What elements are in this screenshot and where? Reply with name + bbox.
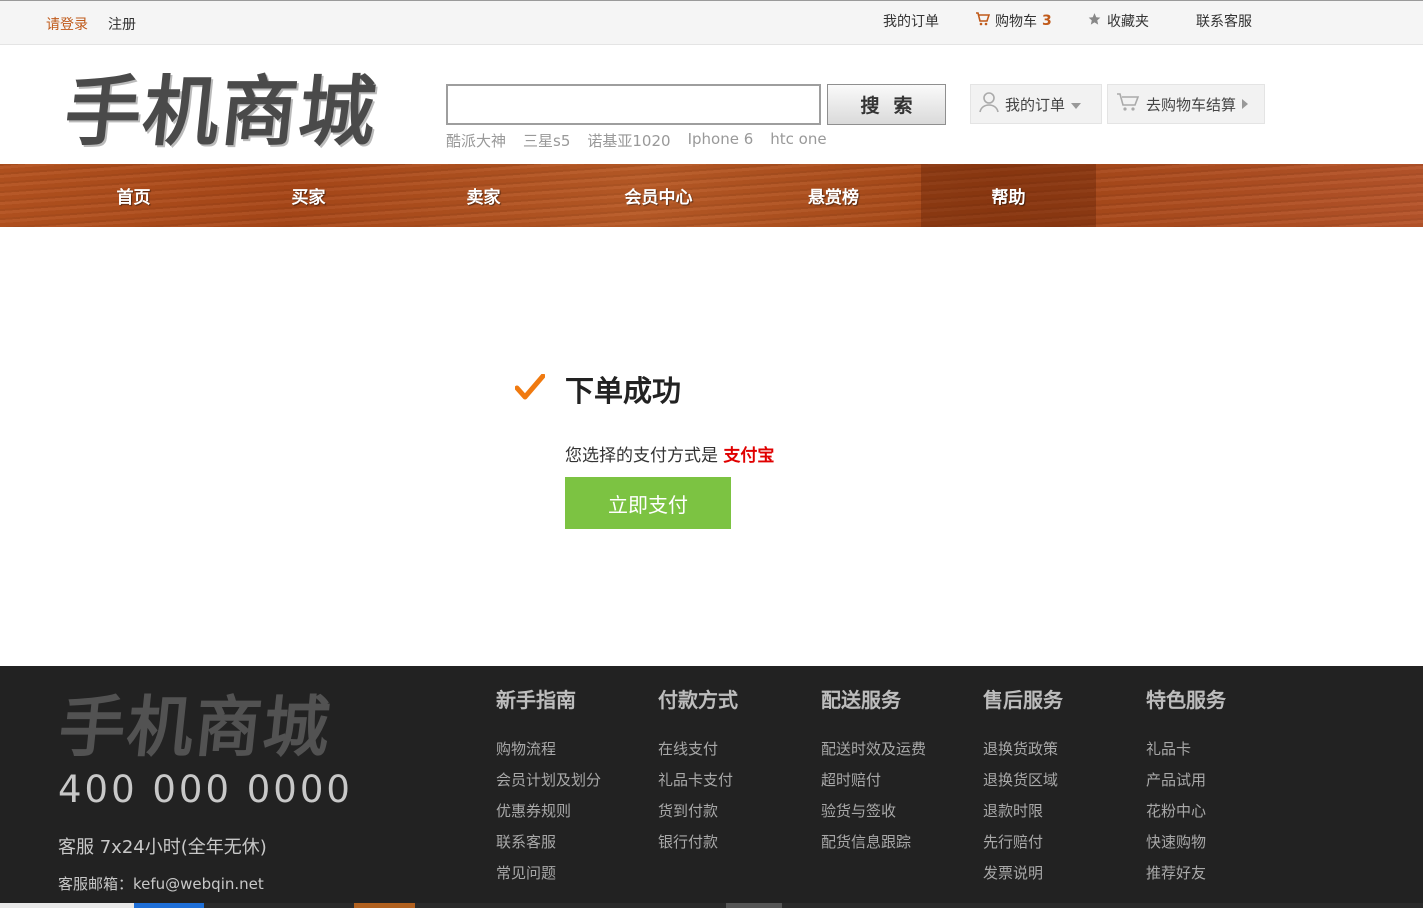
footer: 手机商城 400 000 0000 客服 7x24小时(全年无休) 客服邮箱：k… <box>0 666 1423 908</box>
payment-method-info: 您选择的支付方式是 支付宝 <box>565 441 774 466</box>
header: 手机商城 搜索 酷派大神 三星s5 诺基亚1020 Iphone 6 htc o… <box>0 46 1423 164</box>
footer-link[interactable]: 退换货政策 <box>983 734 1133 765</box>
footer-col-special-services: 特色服务 礼品卡 产品试用 花粉中心 快速购物 推荐好友 <box>1146 684 1296 889</box>
footer-link[interactable]: 银行付款 <box>658 827 808 858</box>
payment-method-value: 支付宝 <box>723 446 775 466</box>
shopping-cart-icon <box>1116 92 1140 116</box>
top-cart-link[interactable]: 购物车 3 <box>975 11 1052 31</box>
site-logo[interactable]: 手机商城 <box>60 50 384 160</box>
checkout-cart-button[interactable]: 去购物车结算 <box>1107 84 1265 124</box>
cart-count-badge: 3 <box>1042 13 1052 29</box>
footer-link[interactable]: 在线支付 <box>658 734 808 765</box>
footer-col-delivery: 配送服务 配送时效及运费 超时赔付 验货与签收 配货信息跟踪 <box>821 684 971 858</box>
cart-icon <box>975 12 991 30</box>
hot-search-words: 酷派大神 三星s5 诺基亚1020 Iphone 6 htc one <box>446 130 827 151</box>
hot-word[interactable]: 三星s5 <box>523 130 570 151</box>
footer-link[interactable]: 货到付款 <box>658 796 808 827</box>
footer-link[interactable]: 超时赔付 <box>821 765 971 796</box>
footer-color-strip <box>0 903 1423 908</box>
cart-label: 购物车 <box>995 14 1037 30</box>
star-icon <box>1087 12 1102 30</box>
pay-now-button[interactable]: 立即支付 <box>565 477 731 529</box>
footer-link[interactable]: 花粉中心 <box>1146 796 1296 827</box>
chevron-down-icon <box>1071 95 1082 113</box>
strip-segment <box>354 903 415 908</box>
top-my-orders-link[interactable]: 我的订单 <box>883 11 939 31</box>
header-my-orders-label: 我的订单 <box>1005 95 1066 114</box>
footer-link[interactable]: 推荐好友 <box>1146 858 1296 889</box>
footer-link[interactable]: 礼品卡支付 <box>658 765 808 796</box>
hot-word[interactable]: 酷派大神 <box>446 130 506 151</box>
footer-col-after-sales: 售后服务 退换货政策 退换货区域 退款时限 先行赔付 发票说明 <box>983 684 1133 889</box>
footer-email: 客服邮箱：kefu@webqin.net <box>58 875 264 893</box>
top-my-orders-label: 我的订单 <box>883 14 939 30</box>
footer-link[interactable]: 优惠券规则 <box>496 796 646 827</box>
register-link[interactable]: 注册 <box>108 14 136 34</box>
footer-link[interactable]: 购物流程 <box>496 734 646 765</box>
footer-link[interactable]: 验货与签收 <box>821 796 971 827</box>
search-input[interactable] <box>446 84 821 125</box>
footer-logo: 手机商城 <box>55 689 336 766</box>
footer-link[interactable]: 快速购物 <box>1146 827 1296 858</box>
footer-col-title: 特色服务 <box>1146 688 1226 712</box>
payment-method-prefix: 您选择的支付方式是 <box>565 446 718 466</box>
footer-col-title: 售后服务 <box>983 688 1063 712</box>
contact-service-link[interactable]: 联系客服 <box>1196 11 1252 31</box>
footer-link[interactable]: 配送时效及运费 <box>821 734 971 765</box>
strip-segment <box>0 903 134 908</box>
footer-link[interactable]: 配货信息跟踪 <box>821 827 971 858</box>
checkout-cart-label: 去购物车结算 <box>1146 95 1237 114</box>
top-bar: 请登录 注册 我的订单 购物车 3 收藏夹 联系客服 <box>0 0 1423 45</box>
hot-word[interactable]: htc one <box>770 130 826 151</box>
footer-link[interactable]: 先行赔付 <box>983 827 1133 858</box>
favorites-label: 收藏夹 <box>1107 14 1149 30</box>
strip-segment <box>134 903 204 908</box>
favorites-link[interactable]: 收藏夹 <box>1087 11 1149 31</box>
footer-col-payment: 付款方式 在线支付 礼品卡支付 货到付款 银行付款 <box>658 684 808 858</box>
search-button[interactable]: 搜索 <box>827 84 946 125</box>
nav-item-help[interactable]: 帮助 <box>921 164 1096 227</box>
footer-link[interactable]: 退款时限 <box>983 796 1133 827</box>
footer-link[interactable]: 常见问题 <box>496 858 646 889</box>
footer-service-hours: 客服 7x24小时(全年无休) <box>58 837 267 858</box>
user-icon <box>979 91 999 117</box>
footer-link[interactable]: 发票说明 <box>983 858 1133 889</box>
footer-link[interactable]: 退换货区域 <box>983 765 1133 796</box>
nav-item-seller[interactable]: 卖家 <box>396 164 571 227</box>
nav-item-home[interactable]: 首页 <box>46 164 221 227</box>
login-link[interactable]: 请登录 <box>46 14 88 34</box>
footer-link[interactable]: 礼品卡 <box>1146 734 1296 765</box>
checkmark-icon <box>514 373 546 404</box>
footer-col-title: 配送服务 <box>821 688 901 712</box>
footer-link[interactable]: 会员计划及划分 <box>496 765 646 796</box>
nav-item-member-center[interactable]: 会员中心 <box>571 164 746 227</box>
chevron-right-icon <box>1242 95 1249 113</box>
success-title: 下单成功 <box>565 374 682 408</box>
footer-col-newbie-guide: 新手指南 购物流程 会员计划及划分 优惠券规则 联系客服 常见问题 <box>496 684 646 889</box>
nav-item-buyer[interactable]: 买家 <box>221 164 396 227</box>
header-my-orders-button[interactable]: 我的订单 <box>970 84 1102 124</box>
strip-segment <box>726 903 782 908</box>
main-nav: 首页 买家 卖家 会员中心 悬赏榜 帮助 <box>0 164 1423 227</box>
order-success-heading: 下单成功 <box>514 368 682 410</box>
footer-link[interactable]: 联系客服 <box>496 827 646 858</box>
footer-col-title: 新手指南 <box>496 688 576 712</box>
hot-word[interactable]: 诺基亚1020 <box>587 130 670 151</box>
hot-word[interactable]: Iphone 6 <box>688 130 754 151</box>
contact-service-label: 联系客服 <box>1196 14 1252 30</box>
footer-col-title: 付款方式 <box>658 688 738 712</box>
footer-phone: 400 000 0000 <box>58 768 353 811</box>
footer-link[interactable]: 产品试用 <box>1146 765 1296 796</box>
nav-item-bounty-list[interactable]: 悬赏榜 <box>746 164 921 227</box>
